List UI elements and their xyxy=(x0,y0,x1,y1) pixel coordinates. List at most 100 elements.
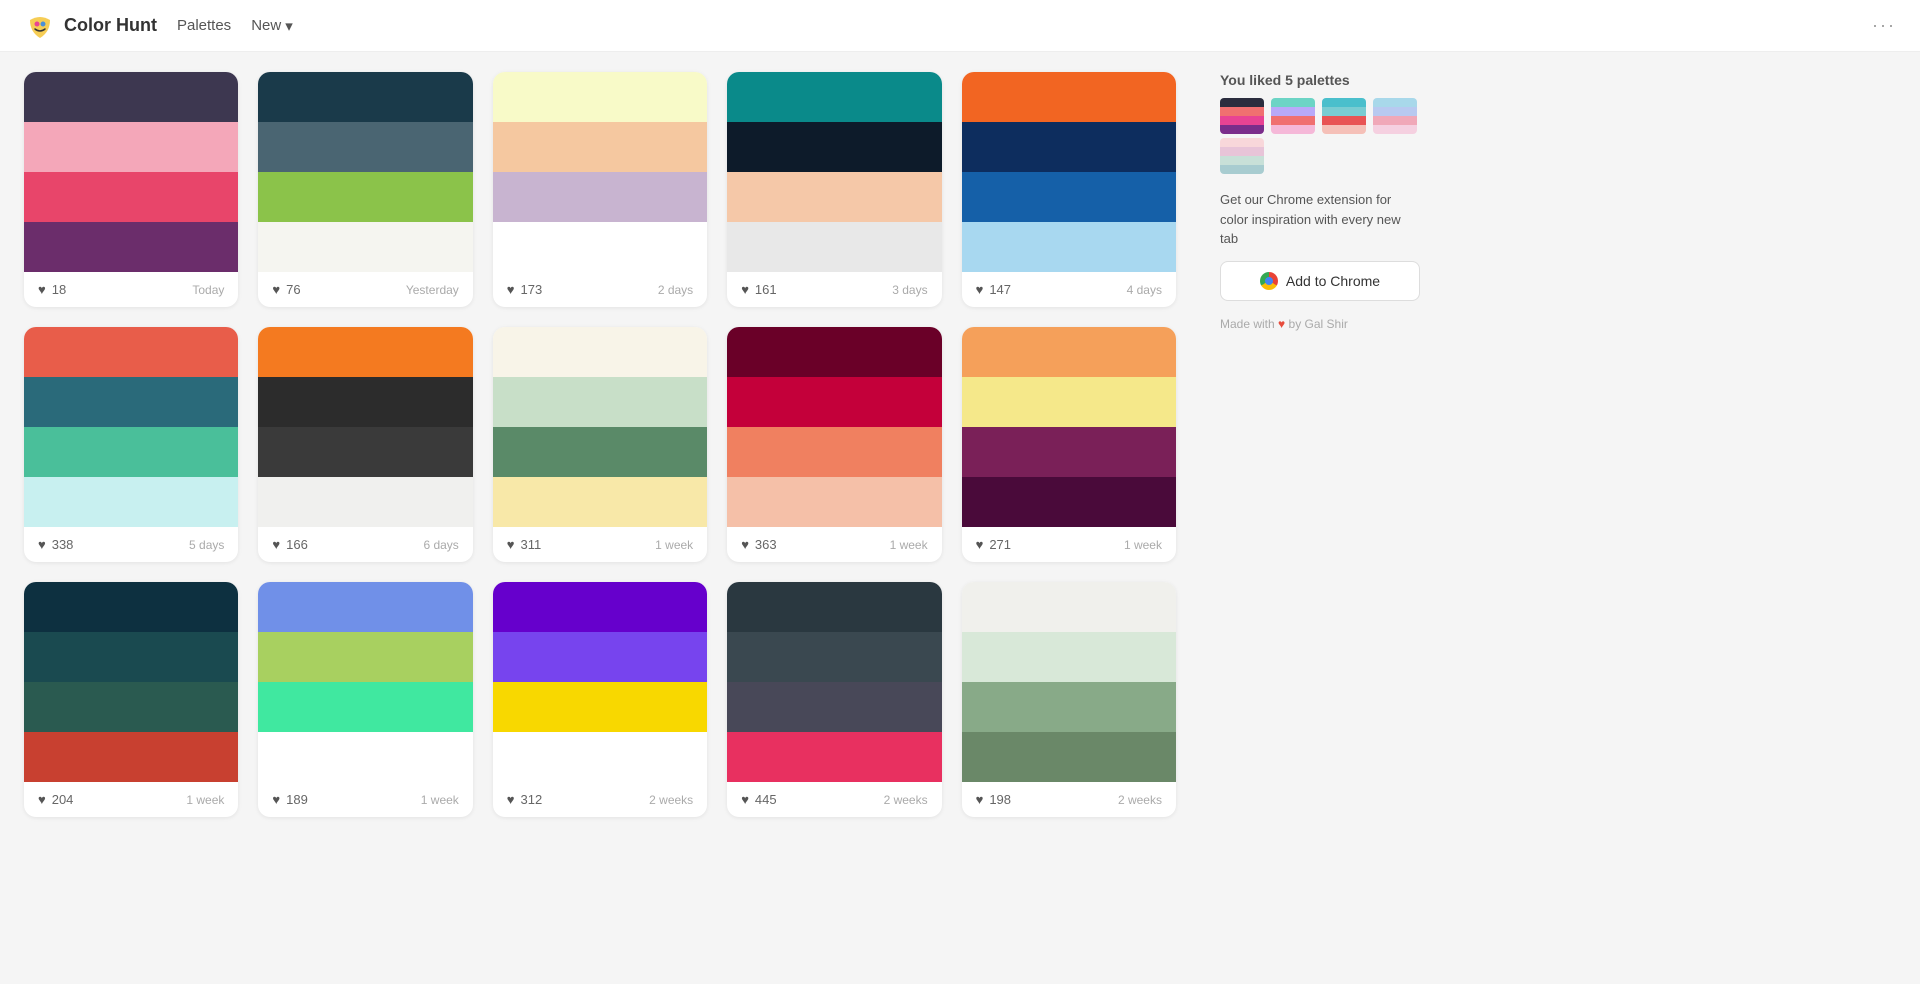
color-swatch xyxy=(962,427,1176,477)
like-count: 445 xyxy=(755,792,777,807)
logo-text: Color Hunt xyxy=(64,15,157,36)
add-to-chrome-button[interactable]: Add to Chrome xyxy=(1220,261,1420,301)
color-swatch xyxy=(962,172,1176,222)
color-swatch xyxy=(727,682,941,732)
palette-colors xyxy=(24,72,238,272)
palette-likes: ♥311 xyxy=(507,537,541,552)
color-swatch xyxy=(727,222,941,272)
heart-icon: ♥ xyxy=(976,792,984,807)
palette-card[interactable]: ♥2041 week xyxy=(24,582,238,817)
liked-mini-palette[interactable] xyxy=(1322,98,1366,134)
chrome-extension-section: Get our Chrome extension for color inspi… xyxy=(1220,190,1420,301)
color-swatch xyxy=(258,172,472,222)
palette-colors xyxy=(493,327,707,527)
color-swatch xyxy=(258,582,472,632)
palette-colors xyxy=(727,72,941,272)
palette-card[interactable]: ♥3631 week xyxy=(727,327,941,562)
liked-mini-swatch xyxy=(1322,98,1366,107)
liked-mini-palette[interactable] xyxy=(1271,98,1315,134)
color-swatch xyxy=(727,122,941,172)
like-count: 198 xyxy=(989,792,1011,807)
heart-icon: ♥ xyxy=(272,282,280,297)
color-swatch xyxy=(493,377,707,427)
palette-card[interactable]: ♥2711 week xyxy=(962,327,1176,562)
palette-card[interactable]: ♥3385 days xyxy=(24,327,238,562)
like-count: 189 xyxy=(286,792,308,807)
palette-likes: ♥18 xyxy=(38,282,66,297)
palette-card[interactable]: ♥3111 week xyxy=(493,327,707,562)
liked-mini-swatch xyxy=(1373,107,1417,116)
like-count: 363 xyxy=(755,537,777,552)
like-count: 147 xyxy=(989,282,1011,297)
palette-likes: ♥ 161 xyxy=(741,282,776,297)
color-swatch xyxy=(727,632,941,682)
chevron-down-icon: ▾ xyxy=(285,17,293,35)
palette-date: 2 weeks xyxy=(1118,793,1162,807)
nav-new-dropdown[interactable]: New ▾ xyxy=(251,17,293,35)
palette-grid: ♥18Today♥76Yesterday♥1732 days♥1613 days… xyxy=(24,72,1176,817)
chrome-ext-text: Get our Chrome extension for color inspi… xyxy=(1220,190,1420,249)
color-swatch xyxy=(24,732,238,782)
palette-date: 1 week xyxy=(421,793,459,807)
liked-mini-palette[interactable] xyxy=(1220,98,1264,134)
color-swatch xyxy=(962,377,1176,427)
liked-mini-palette[interactable] xyxy=(1220,138,1264,174)
palette-date: 6 days xyxy=(423,538,458,552)
color-swatch xyxy=(493,427,707,477)
palette-card[interactable]: ♥4452 weeks xyxy=(727,582,941,817)
heart-icon: ♥ xyxy=(741,792,749,807)
main-layout: ♥18Today♥76Yesterday♥1732 days♥1613 days… xyxy=(0,52,1920,837)
color-swatch xyxy=(727,427,941,477)
color-swatch xyxy=(962,122,1176,172)
palette-colors xyxy=(258,72,472,272)
color-swatch xyxy=(962,732,1176,782)
liked-mini-swatch xyxy=(1220,165,1264,174)
like-count: 311 xyxy=(521,537,542,552)
palette-card[interactable]: ♥3122 weeks xyxy=(493,582,707,817)
heart-icon: ♥ xyxy=(741,282,749,297)
color-swatch xyxy=(258,222,472,272)
heart-icon: ♥ xyxy=(272,792,280,807)
palette-card[interactable]: ♥1474 days xyxy=(962,72,1176,307)
palette-card[interactable]: ♥18Today xyxy=(24,72,238,307)
like-count: 161 xyxy=(755,282,777,297)
palette-likes: ♥147 xyxy=(976,282,1011,297)
chrome-btn-label: Add to Chrome xyxy=(1286,273,1380,289)
palette-card[interactable]: ♥1666 days xyxy=(258,327,472,562)
color-swatch xyxy=(962,327,1176,377)
palette-likes: ♥76 xyxy=(272,282,300,297)
palette-card[interactable]: ♥ 189 1 week xyxy=(258,582,472,817)
palette-colors xyxy=(258,327,472,527)
color-swatch xyxy=(962,222,1176,272)
liked-mini-swatch xyxy=(1373,116,1417,125)
color-swatch xyxy=(727,582,941,632)
liked-mini-palette[interactable] xyxy=(1373,98,1417,134)
palette-card[interactable]: ♥76Yesterday xyxy=(258,72,472,307)
palette-likes: ♥312 xyxy=(507,792,542,807)
palette-card[interactable]: ♥ 198 2 weeks xyxy=(962,582,1176,817)
color-swatch xyxy=(493,327,707,377)
color-swatch xyxy=(24,122,238,172)
color-swatch xyxy=(258,377,472,427)
color-swatch xyxy=(493,632,707,682)
palette-card[interactable]: ♥1732 days xyxy=(493,72,707,307)
palette-card[interactable]: ♥1613 days xyxy=(727,72,941,307)
like-count: 338 xyxy=(52,537,74,552)
palette-colors xyxy=(24,582,238,782)
logo-area[interactable]: Color Hunt xyxy=(24,10,157,42)
liked-mini-swatch xyxy=(1220,125,1264,134)
header: Color Hunt Palettes New ▾ ··· xyxy=(0,0,1920,52)
color-swatch xyxy=(493,477,707,527)
nav-palettes[interactable]: Palettes xyxy=(177,17,231,34)
chrome-logo-icon xyxy=(1260,272,1278,290)
color-swatch xyxy=(493,682,707,732)
palette-date: 1 week xyxy=(890,538,928,552)
more-options-button[interactable]: ··· xyxy=(1872,15,1896,36)
color-swatch xyxy=(493,732,707,782)
palette-colors xyxy=(962,582,1176,782)
palette-likes: ♥338 xyxy=(38,537,73,552)
color-swatch xyxy=(24,72,238,122)
like-count: 312 xyxy=(521,792,543,807)
color-swatch xyxy=(258,327,472,377)
palette-colors xyxy=(493,582,707,782)
